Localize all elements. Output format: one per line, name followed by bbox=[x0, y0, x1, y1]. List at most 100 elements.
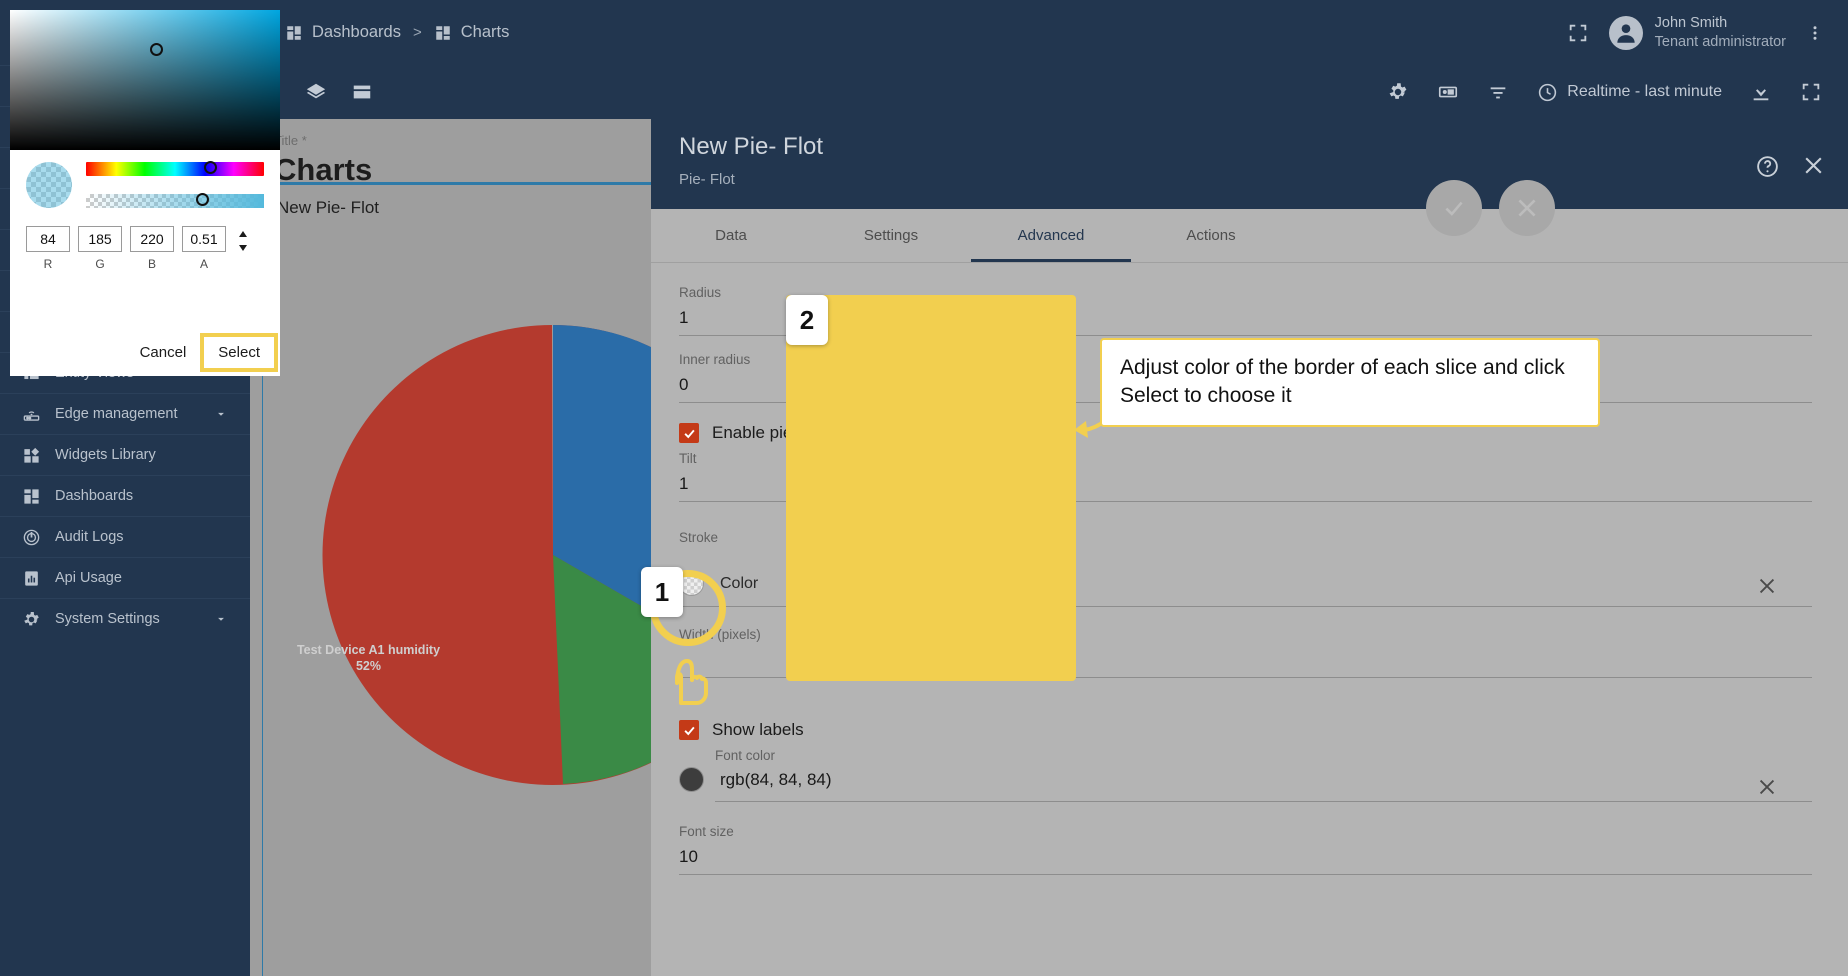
chevron-down-icon[interactable] bbox=[214, 407, 228, 421]
color-picker-actions: Cancel Select bbox=[126, 333, 278, 372]
user-role: Tenant administrator bbox=[1654, 33, 1786, 50]
tab-label: Actions bbox=[1186, 227, 1236, 244]
sidebar-item-widgets-library[interactable]: Widgets Library bbox=[0, 434, 250, 475]
enable-pie-checkbox[interactable] bbox=[679, 423, 699, 443]
tab-label: Advanced bbox=[1017, 227, 1085, 244]
breadcrumb-separator: > bbox=[412, 24, 422, 41]
font-color-field[interactable]: Font color rgb(84, 84, 84) bbox=[679, 748, 1812, 802]
select-button[interactable]: Select bbox=[200, 333, 278, 372]
help-icon[interactable] bbox=[1755, 154, 1780, 179]
more-vert-icon[interactable] bbox=[1806, 22, 1824, 44]
sv-pointer[interactable] bbox=[150, 43, 163, 56]
show-labels-label: Show labels bbox=[712, 720, 804, 739]
rgba-inputs: 84 R 185 G 220 B 0.51 A bbox=[10, 208, 280, 271]
layers-icon[interactable] bbox=[305, 81, 327, 103]
breadcrumb-item-dashboards[interactable]: Dashboards bbox=[285, 23, 401, 42]
show-labels-checkbox[interactable] bbox=[679, 720, 699, 740]
tab-actions[interactable]: Actions bbox=[1131, 209, 1291, 262]
widget-card[interactable]: New Pie- Flot Test Device A1 humidity 52… bbox=[262, 182, 653, 976]
sidebar-item-edge-management[interactable]: Edge management bbox=[0, 393, 250, 434]
alpha-label: A bbox=[199, 257, 208, 271]
alpha-slider[interactable] bbox=[86, 193, 264, 208]
tab-data[interactable]: Data bbox=[651, 209, 811, 262]
clear-stroke-color-icon[interactable] bbox=[1756, 575, 1778, 597]
sidebar-item-label: Dashboards bbox=[55, 488, 134, 504]
sidebar-item-system-settings[interactable]: System Settings bbox=[0, 598, 250, 639]
api-usage-icon bbox=[25, 570, 38, 586]
sidebar-item-label: Widgets Library bbox=[55, 447, 156, 463]
config-tabs: Data Settings Advanced Actions bbox=[651, 209, 1848, 263]
clear-font-color-icon[interactable] bbox=[1756, 776, 1778, 798]
close-icon bbox=[1518, 199, 1536, 217]
apply-changes-button[interactable] bbox=[1426, 180, 1482, 236]
sidebar-item-label: Edge management bbox=[55, 406, 178, 422]
sidebar-item-label: Audit Logs bbox=[55, 529, 124, 545]
alpha-input[interactable]: 0.51 bbox=[182, 226, 226, 252]
sidebar-item-audit-logs[interactable]: Audit Logs bbox=[0, 516, 250, 557]
sv-gradient bbox=[10, 10, 280, 150]
avatar bbox=[1608, 15, 1643, 50]
font-color-value: rgb(84, 84, 84) bbox=[720, 769, 832, 789]
filter-icon[interactable] bbox=[1487, 81, 1509, 103]
stroke-color-label: Color bbox=[720, 574, 759, 592]
sidebar-item-label: Api Usage bbox=[55, 570, 122, 586]
step-badge-2: 2 bbox=[786, 295, 828, 345]
tab-label: Settings bbox=[863, 227, 919, 244]
cancel-button[interactable]: Cancel bbox=[126, 337, 201, 368]
font-size-field[interactable]: Font size 10 bbox=[679, 824, 1812, 875]
pie-label-value: 52% bbox=[355, 658, 382, 673]
hue-slider-knob[interactable] bbox=[204, 161, 217, 174]
fullscreen-icon[interactable] bbox=[1800, 81, 1822, 103]
download-icon[interactable] bbox=[1750, 81, 1772, 103]
spinner-icon[interactable] bbox=[236, 230, 250, 252]
color-picker-highlight bbox=[786, 295, 1076, 681]
sidebar-item-api-usage[interactable]: Api Usage bbox=[0, 557, 250, 598]
color-picker: 84 R 185 G 220 B 0.51 A Cancel Select bbox=[10, 10, 280, 376]
person-icon bbox=[1616, 23, 1635, 43]
breadcrumb: Dashboards > Charts bbox=[250, 23, 509, 42]
red-label: R bbox=[43, 257, 53, 271]
dashboards-icon bbox=[287, 25, 301, 40]
sidebar-item-label: System Settings bbox=[55, 611, 160, 627]
show-labels-checkbox-row[interactable]: Show labels bbox=[679, 720, 1812, 740]
sidebar-item-dashboards[interactable]: Dashboards bbox=[0, 475, 250, 516]
font-size-label: Font size bbox=[679, 824, 734, 839]
user-menu[interactable]: John Smith Tenant administrator bbox=[1608, 14, 1786, 50]
tab-settings[interactable]: Settings bbox=[811, 209, 971, 262]
timewindow-button[interactable]: Realtime - last minute bbox=[1537, 82, 1722, 103]
pie-chart-svg bbox=[322, 325, 653, 785]
tab-advanced[interactable]: Advanced bbox=[971, 209, 1131, 262]
hue-slider[interactable] bbox=[86, 161, 264, 176]
field-underline bbox=[715, 801, 1812, 802]
pie-slice-label: Test Device A1 humidity 52% bbox=[281, 643, 456, 674]
saturation-value-area[interactable] bbox=[10, 10, 280, 150]
green-label: G bbox=[95, 257, 105, 271]
font-color-swatch[interactable] bbox=[679, 767, 704, 792]
tab-label: Data bbox=[715, 227, 747, 244]
font-color-label: Font color bbox=[715, 748, 776, 763]
blue-input[interactable]: 220 bbox=[130, 226, 174, 252]
color-preview-swatch bbox=[26, 162, 72, 208]
dashboards-icon bbox=[24, 488, 39, 504]
check-icon bbox=[683, 726, 695, 735]
gear-icon[interactable] bbox=[1387, 81, 1409, 103]
font-size-value: 10 bbox=[679, 847, 698, 866]
dashboards-icon bbox=[436, 25, 450, 40]
alpha-slider-knob[interactable] bbox=[196, 193, 209, 206]
red-input[interactable]: 84 bbox=[26, 226, 70, 252]
topbar: Dashboards > Charts John Smith Tenant ad… bbox=[250, 0, 1848, 65]
close-icon[interactable] bbox=[1801, 153, 1826, 178]
check-icon bbox=[683, 429, 695, 438]
pie-label-name: Test Device A1 humidity bbox=[296, 643, 441, 657]
pie-chart: Test Device A1 humidity 52% bbox=[263, 225, 653, 865]
states-icon[interactable] bbox=[1437, 81, 1459, 103]
discard-changes-button[interactable] bbox=[1499, 180, 1555, 236]
breadcrumb-item-charts[interactable]: Charts bbox=[434, 23, 509, 42]
system-settings-icon bbox=[24, 611, 39, 625]
chevron-down-icon[interactable] bbox=[214, 612, 228, 626]
layout-icon[interactable] bbox=[351, 81, 373, 103]
fullscreen-icon[interactable] bbox=[1567, 22, 1589, 44]
green-input[interactable]: 185 bbox=[78, 226, 122, 252]
step-badge-1: 1 bbox=[641, 567, 683, 617]
config-header: New Pie- Flot Pie- Flot bbox=[651, 119, 1848, 209]
